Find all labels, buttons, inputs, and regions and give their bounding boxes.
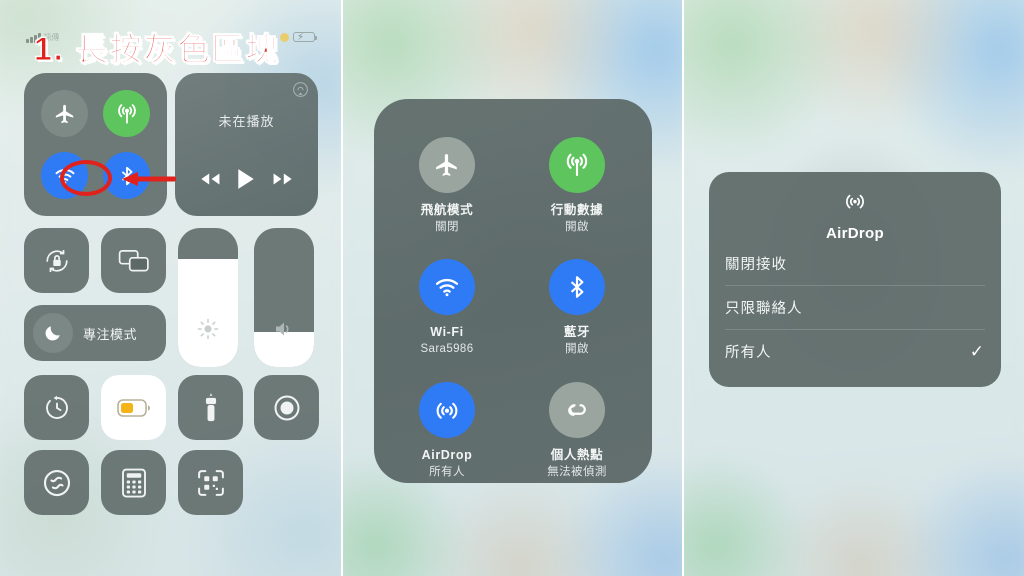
moon-icon — [33, 313, 73, 353]
airdrop-menu-title: AirDrop — [826, 225, 884, 242]
highlight-ellipse-grey-area — [60, 160, 112, 196]
bluetooth-icon — [549, 259, 605, 315]
airdrop-option-everyone[interactable]: 所有人 ✓ — [709, 330, 1001, 373]
check-icon: ✓ — [969, 341, 985, 361]
qr-code-icon — [197, 469, 224, 496]
screen-record-icon — [274, 395, 299, 420]
control-title: 個人熱點 — [550, 448, 604, 462]
control-subtitle: 所有人 — [429, 465, 465, 478]
control-title: 行動數據 — [550, 203, 604, 217]
media-player-card[interactable]: 未在播放 — [175, 73, 318, 216]
flashlight-tile[interactable] — [178, 375, 243, 440]
calculator-icon — [121, 468, 146, 497]
rewind-icon[interactable] — [199, 171, 221, 187]
wifi-icon — [419, 259, 475, 315]
airplane-mode-toggle[interactable] — [41, 90, 88, 137]
airdrop-control[interactable]: AirDrop 所有人 — [399, 382, 495, 480]
volume-slider[interactable] — [254, 228, 314, 367]
volume-icon — [254, 317, 314, 341]
bluetooth-control[interactable]: 藍牙 開啟 — [529, 259, 625, 357]
battery-charging-icon: ⚡ — [293, 32, 317, 43]
low-power-mode-tile[interactable] — [101, 375, 166, 440]
panel-step-2: 飛航模式 關閉 行動數據 開啟 Wi-Fi Sara5986 藍牙 開啟 Air… — [341, 0, 682, 576]
control-title: AirDrop — [421, 448, 473, 462]
airdrop-icon — [419, 382, 475, 438]
brightness-slider[interactable] — [178, 228, 238, 367]
battery-icon — [116, 398, 150, 417]
hotspot-icon — [549, 382, 605, 438]
timer-tile[interactable] — [24, 375, 89, 440]
option-label: 關閉接收 — [725, 257, 787, 273]
panel-step-1: 訊傳 ⚡ 未在播放 專注模式 1. 長按灰色區塊 — [0, 0, 341, 576]
media-controls — [175, 168, 318, 190]
control-subtitle: 開啟 — [565, 220, 589, 233]
focus-mode-tile[interactable]: 專注模式 — [24, 305, 166, 361]
option-label: 所有人 — [725, 345, 772, 361]
expanded-connectivity-card: 飛航模式 關閉 行動數據 開啟 Wi-Fi Sara5986 藍牙 開啟 Air… — [374, 99, 652, 483]
focus-mode-label: 專注模式 — [83, 326, 138, 342]
airplane-icon — [55, 104, 73, 123]
brightness-icon — [178, 317, 238, 341]
screenshot-stage: 訊傳 ⚡ 未在播放 專注模式 1. 長按灰色區塊 飛航模式 關閉 行動數據 開啟… — [0, 0, 1024, 576]
volume-glyph — [276, 322, 289, 336]
rotation-lock-icon — [45, 249, 68, 272]
media-title: 未在播放 — [218, 114, 275, 129]
shazam-tile[interactable] — [24, 450, 89, 515]
status-bar-right: ⚡ — [280, 32, 317, 43]
control-subtitle: 無法被偵測 — [547, 465, 607, 478]
control-subtitle: 關閉 — [435, 220, 459, 233]
screen-record-tile[interactable] — [254, 375, 319, 440]
cellular-data-toggle[interactable] — [103, 90, 150, 137]
fast-forward-icon[interactable] — [272, 171, 294, 187]
shazam-icon — [43, 469, 70, 496]
expanded-grid: 飛航模式 關閉 行動數據 開啟 Wi-Fi Sara5986 藍牙 開啟 Air… — [374, 99, 652, 483]
sun-icon — [280, 32, 289, 42]
panel-step-3: AirDrop 關閉接收 只限聯絡人 所有人 ✓ 3. — [682, 0, 1024, 576]
airdrop-menu-header: AirDrop — [709, 172, 1001, 242]
screen-mirroring-icon — [118, 249, 149, 271]
airdrop-icon — [846, 194, 864, 209]
calculator-tile[interactable] — [101, 450, 166, 515]
airdrop-option-contacts-only[interactable]: 只限聯絡人 — [709, 286, 1001, 329]
pointer-arrow-icon — [122, 172, 176, 186]
airdrop-option-receiving-off[interactable]: 關閉接收 — [709, 242, 1001, 285]
control-title: 飛航模式 — [420, 203, 474, 217]
qr-scanner-tile[interactable] — [178, 450, 243, 515]
personal-hotspot-control[interactable]: 個人熱點 無法被偵測 — [529, 382, 625, 480]
airdrop-options-menu: AirDrop 關閉接收 只限聯絡人 所有人 ✓ — [709, 172, 1001, 387]
control-subtitle: Sara5986 — [420, 342, 474, 355]
airplane-icon — [419, 137, 475, 193]
control-subtitle: 開啟 — [565, 342, 589, 355]
control-title: Wi-Fi — [430, 325, 464, 339]
screen-mirroring-tile[interactable] — [101, 228, 166, 293]
cellular-icon — [549, 137, 605, 193]
brightness-fill — [178, 258, 238, 367]
rotation-lock-tile[interactable] — [24, 228, 89, 293]
airplane-mode-control[interactable]: 飛航模式 關閉 — [399, 137, 495, 235]
option-label: 只限聯絡人 — [725, 301, 803, 317]
cellular-data-control[interactable]: 行動數據 開啟 — [529, 137, 625, 235]
wifi-control[interactable]: Wi-Fi Sara5986 — [399, 259, 495, 357]
airplay-icon — [293, 82, 308, 97]
play-icon[interactable] — [237, 168, 255, 190]
cellular-icon — [117, 103, 136, 124]
timer-icon — [45, 395, 68, 419]
control-title: 藍牙 — [563, 325, 591, 339]
step-1-label: 1. 長按灰色區塊 — [34, 31, 280, 68]
flashlight-icon — [205, 392, 216, 421]
